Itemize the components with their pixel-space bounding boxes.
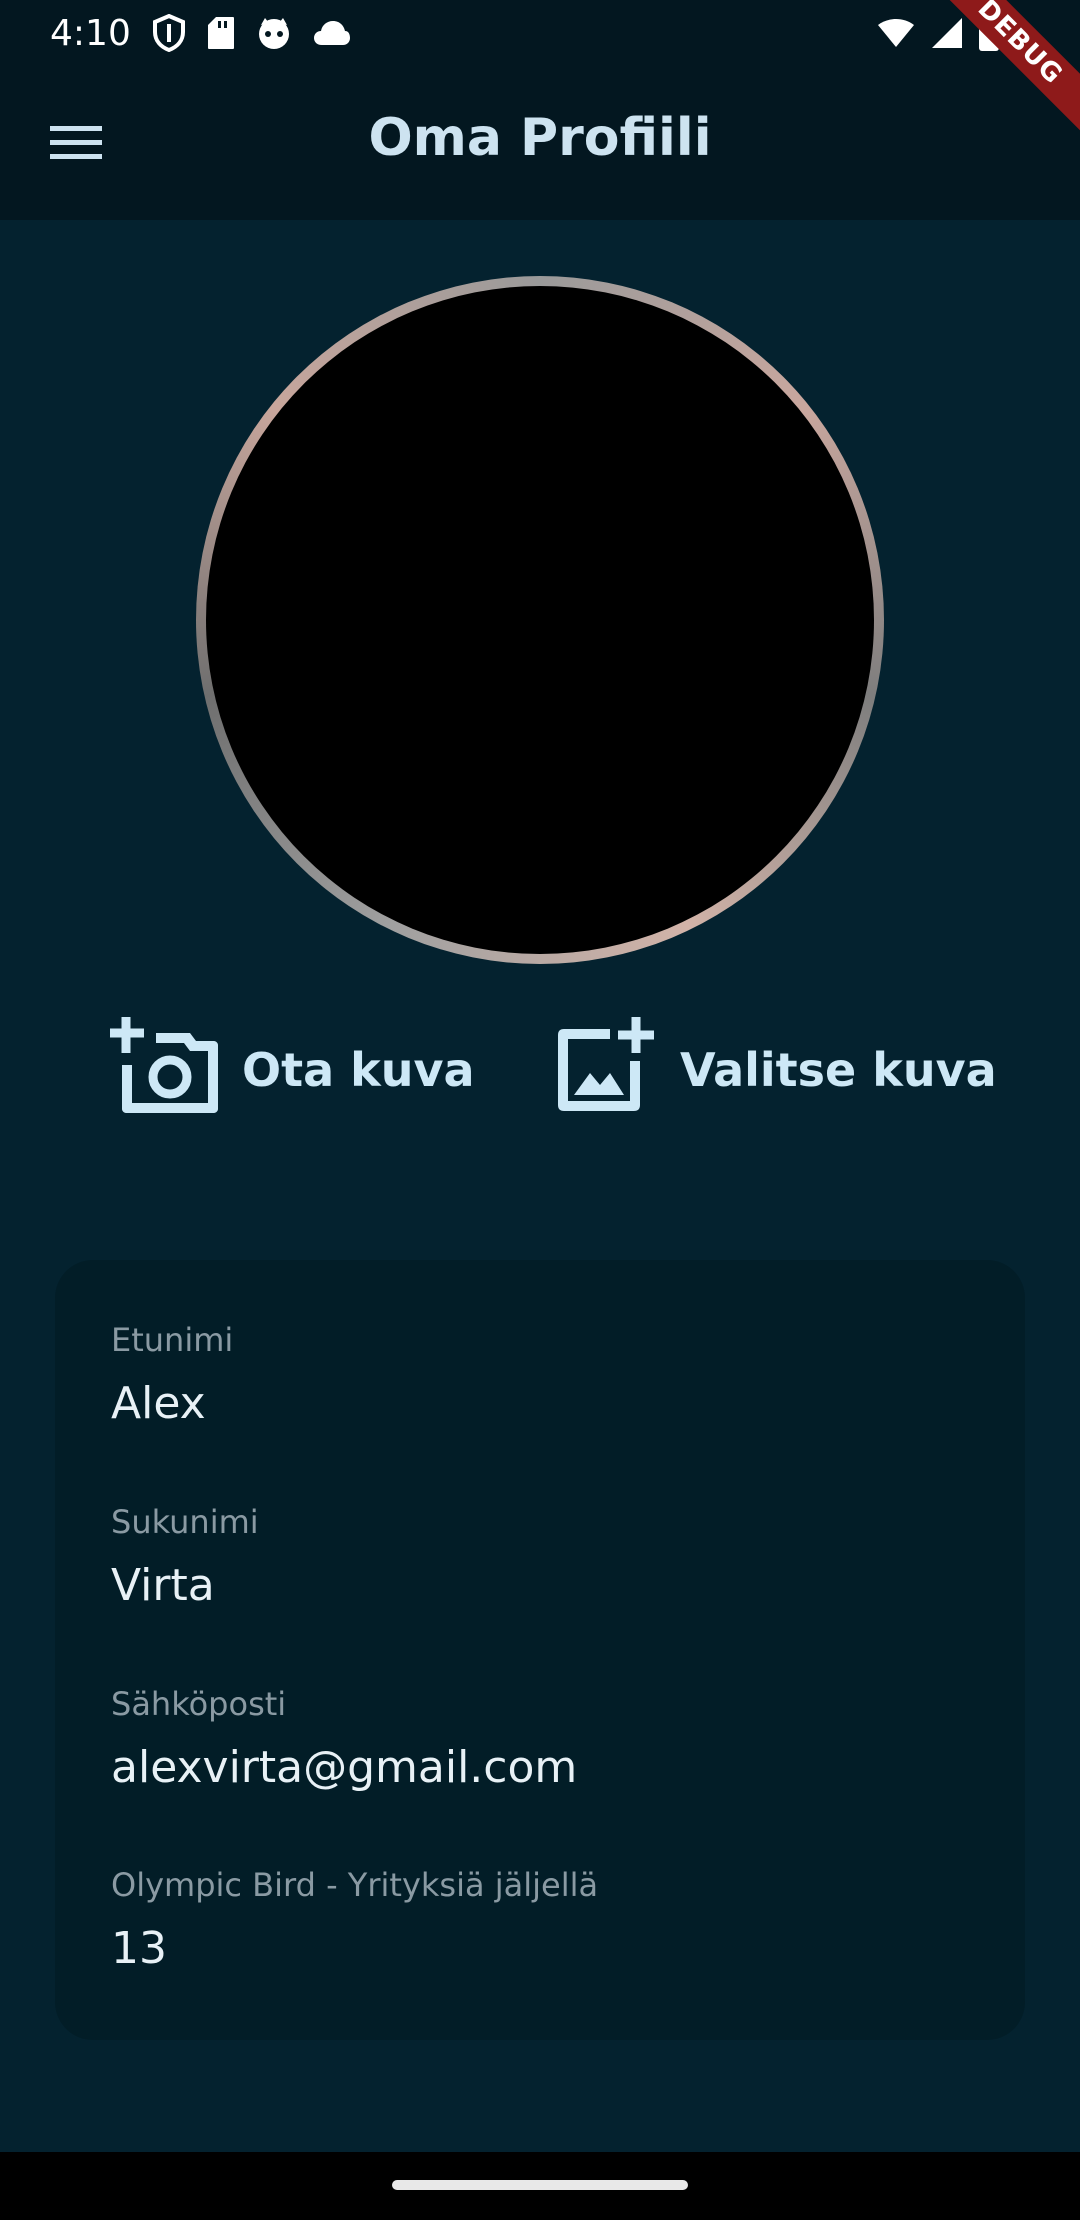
- cloud-icon: [312, 19, 352, 51]
- status-time: 4:10: [50, 13, 131, 54]
- first-name-field: Etunimi Alex: [111, 1318, 233, 1434]
- sd-card-icon: [206, 15, 236, 55]
- choose-photo-button[interactable]: Valitse kuva: [554, 1010, 997, 1130]
- avatar-image: [206, 286, 874, 954]
- first-name-label: Etunimi: [111, 1321, 234, 1359]
- first-name-value: Alex: [111, 1378, 206, 1429]
- take-photo-button[interactable]: Ota kuva: [110, 1010, 475, 1130]
- profile-info-card: Etunimi Alex Sukunimi Virta Sähköposti a…: [55, 1260, 1025, 2040]
- add-photo-icon: [554, 1015, 658, 1126]
- signal-icon: [930, 16, 964, 54]
- last-name-label: Sukunimi: [111, 1503, 259, 1541]
- email-field: Sähköposti alexvirta@gmail.com: [111, 1682, 577, 1798]
- wifi-icon: [876, 17, 916, 53]
- attempts-label: Olympic Bird - Yrityksiä jäljellä: [111, 1866, 599, 1904]
- status-icons-left: [152, 13, 352, 56]
- home-indicator[interactable]: [392, 2180, 688, 2190]
- last-name-field: Sukunimi Virta: [111, 1500, 259, 1616]
- cat-icon: [256, 15, 292, 55]
- attempts-field: Olympic Bird - Yrityksiä jäljellä 13: [111, 1863, 598, 1979]
- app-bar: Oma Profiili: [0, 68, 1080, 220]
- choose-photo-label: Valitse kuva: [680, 1043, 997, 1097]
- take-photo-label: Ota kuva: [242, 1043, 475, 1097]
- last-name-value: Virta: [111, 1560, 215, 1611]
- add-camera-icon: [110, 1015, 220, 1126]
- email-label: Sähköposti: [111, 1685, 287, 1723]
- system-navigation-bar: [0, 2152, 1080, 2220]
- profile-avatar: [196, 276, 884, 964]
- attempts-value: 13: [111, 1923, 167, 1974]
- page-title: Oma Profiili: [368, 108, 712, 168]
- email-value: alexvirta@gmail.com: [111, 1742, 578, 1793]
- status-bar: 4:10: [0, 0, 1080, 68]
- shield-icon: [152, 13, 186, 56]
